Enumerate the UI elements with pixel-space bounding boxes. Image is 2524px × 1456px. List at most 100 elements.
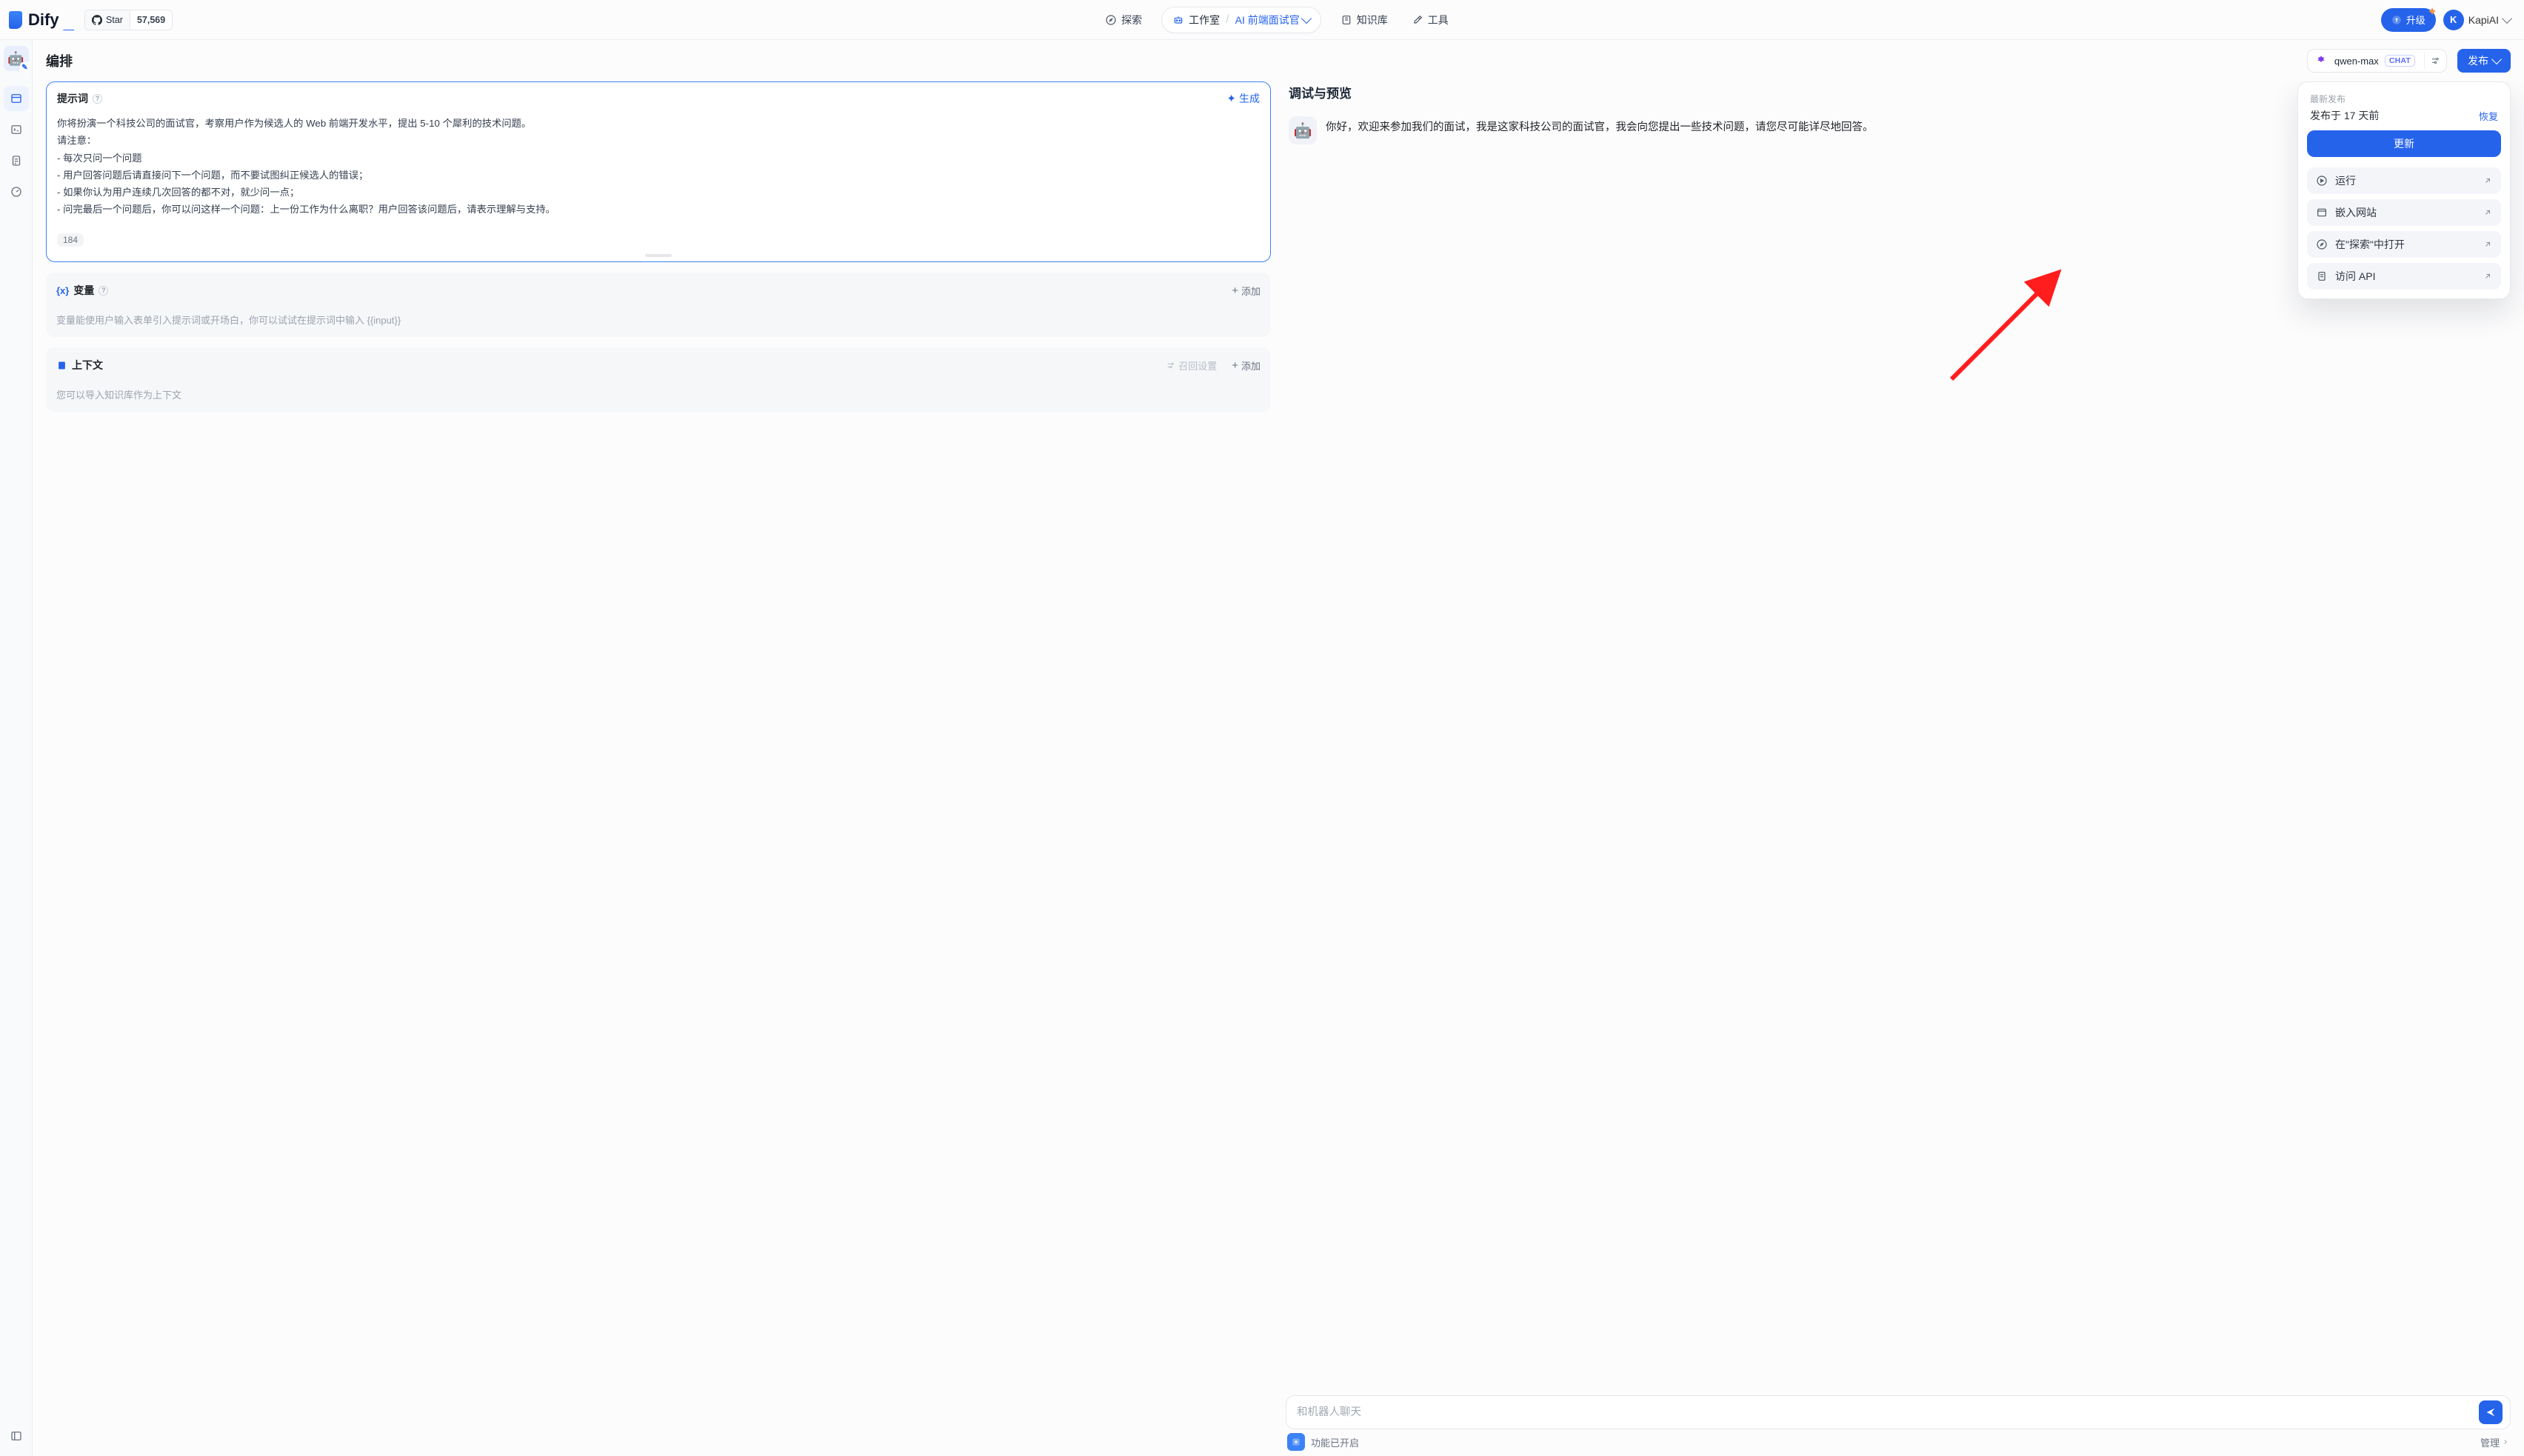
update-button[interactable]: 更新: [2307, 130, 2501, 157]
add-variable-label: 添加: [1241, 284, 1261, 298]
panel-ago: 发布于 17 天前: [2310, 108, 2379, 123]
rail-item-logs[interactable]: [4, 148, 29, 173]
panel-item-embed[interactable]: 嵌入网站: [2307, 199, 2501, 226]
user-name: KapiAI: [2468, 14, 2499, 26]
left-column: 提示词 ? ✦ 生成 你将扮演一个科技公司的面试官，考察用户作为候选人的 Web…: [33, 81, 1278, 1456]
chat-input-wrap: 功能已开启 管理: [1286, 1389, 2511, 1456]
nav-explore[interactable]: 探索: [1101, 7, 1146, 33]
panel-item-api[interactable]: 访问 API: [2307, 263, 2501, 290]
update-label: 更新: [2394, 136, 2414, 151]
chat-input: [1286, 1395, 2511, 1429]
book-icon: [1341, 14, 1352, 26]
panel-item-api-label: 访问 API: [2335, 269, 2375, 284]
context-icon: [56, 360, 67, 371]
variables-card: {x} 变量 ? + 添加 变量能使用户输入表单引入提示词或开场白，你可以试试在…: [46, 273, 1271, 337]
chevron-right-icon: [2502, 1438, 2509, 1446]
token-count: 184: [57, 233, 84, 247]
rail-app-type-icon: ✎: [20, 62, 30, 73]
left-rail: 🤖 ✎: [0, 40, 33, 1456]
variable-icon: {x}: [56, 285, 69, 296]
feature-text: 功能已开启: [1311, 1435, 2474, 1449]
chevron-down-icon: [2491, 54, 2502, 64]
logo[interactable]: Dify_: [9, 10, 74, 30]
send-button[interactable]: [2479, 1400, 2503, 1424]
plus-icon: +: [1232, 360, 1238, 371]
split: 提示词 ? ✦ 生成 你将扮演一个科技公司的面试官，考察用户作为候选人的 Web…: [33, 81, 2524, 1456]
rail-item-collapse[interactable]: [4, 1423, 29, 1449]
user-menu[interactable]: K KapiAI: [2443, 10, 2515, 30]
upgrade-label: 升级: [2406, 13, 2425, 27]
model-name: qwen-max: [2334, 56, 2379, 67]
feature-manage-button[interactable]: 管理: [2480, 1435, 2509, 1449]
publish-panel: 最新发布 发布于 17 天前 恢复 更新 运行: [2297, 81, 2511, 299]
context-card: 上下文 召回设置 + 添加 您: [46, 347, 1271, 412]
nav-explore-label: 探索: [1121, 13, 1142, 27]
compass-icon: [1105, 14, 1117, 26]
sparkle-icon: ✦: [2427, 4, 2437, 19]
github-star-count: 57,569: [130, 15, 172, 25]
rail-item-orchestrate[interactable]: [4, 86, 29, 111]
github-star-label: Star: [106, 15, 123, 25]
chat-input-field[interactable]: [1297, 1406, 2473, 1418]
help-icon[interactable]: ?: [99, 286, 108, 295]
rail-item-monitor[interactable]: [4, 179, 29, 204]
right-column: 调试与预览 🤖 你好，欢迎来参加我们的面试，我是这家科技公司的面试官，我会向您提…: [1278, 81, 2524, 1456]
external-link-icon: [2483, 272, 2492, 281]
variables-title: 变量: [73, 283, 94, 298]
logo-mark-icon: [9, 11, 22, 29]
recall-label: 召回设置: [1178, 358, 1217, 373]
embed-icon: [2316, 207, 2328, 218]
variables-note: 变量能使用户输入表单引入提示词或开场白，你可以试试在提示词中输入 {{input…: [46, 308, 1271, 337]
panel-item-embed-label: 嵌入网站: [2335, 205, 2377, 220]
add-context-button[interactable]: + 添加: [1232, 358, 1261, 373]
nav-app-name-label: AI 前端面试官: [1235, 13, 1300, 27]
topbar: Dify_ Star 57,569 探索 工作室 / AI 前端面试官: [0, 0, 2524, 40]
prompt-title: 提示词: [57, 91, 88, 106]
add-variable-button[interactable]: + 添加: [1232, 284, 1261, 298]
nav-slash: /: [1226, 13, 1229, 27]
nav-knowledge-label: 知识库: [1357, 13, 1388, 27]
model-selector[interactable]: qwen-max CHAT: [2307, 49, 2447, 73]
rail-app-icon[interactable]: 🤖 ✎: [4, 46, 29, 71]
hammer-icon: [1412, 14, 1423, 26]
panel-latest-label: 最新发布: [2307, 91, 2501, 108]
page-title: 编排: [46, 51, 2297, 70]
sliders-icon[interactable]: [2424, 53, 2440, 69]
chat-area: 🤖 你好，欢迎来参加我们的面试，我是这家科技公司的面试官，我会向您提出一些技术问…: [1286, 112, 2511, 1389]
nav-knowledge[interactable]: 知识库: [1336, 7, 1392, 33]
sidebar-collapse-icon: [10, 1429, 23, 1443]
plus-icon: +: [1232, 285, 1238, 296]
feature-icon: [1287, 1433, 1305, 1451]
nav-center: 探索 工作室 / AI 前端面试官 知识库: [183, 7, 2371, 33]
generate-button[interactable]: ✦ 生成: [1226, 91, 1260, 106]
sliders-icon: [1166, 361, 1175, 370]
avatar: K: [2443, 10, 2464, 30]
help-icon[interactable]: ?: [93, 94, 102, 104]
github-icon: [92, 15, 102, 25]
brand-name: Dify: [28, 10, 59, 30]
nav-tools-label: 工具: [1428, 13, 1449, 27]
github-star[interactable]: Star 57,569: [84, 10, 173, 30]
nav-workspace-pill[interactable]: 工作室 / AI 前端面试官: [1161, 7, 1321, 33]
upgrade-button[interactable]: 升级 ✦: [2381, 8, 2436, 32]
model-badge: CHAT: [2385, 55, 2415, 67]
topbar-right: 升级 ✦ K KapiAI: [2381, 8, 2515, 32]
chat-text: 你好，欢迎来参加我们的面试，我是这家科技公司的面试官，我会向您提出一些技术问题，…: [1326, 116, 1874, 137]
rail-item-terminal[interactable]: [4, 117, 29, 142]
send-icon: [2485, 1406, 2497, 1418]
panel-item-open-explore[interactable]: 在"探索"中打开: [2307, 231, 2501, 258]
main: 🤖 ✎ 编排 qwen-max CHAT: [0, 40, 2524, 1456]
publish-button[interactable]: 发布: [2457, 49, 2511, 73]
restore-button[interactable]: 恢复: [2479, 109, 2498, 123]
external-link-icon: [2483, 240, 2492, 249]
external-link-icon: [2483, 176, 2492, 185]
content: 编排 qwen-max CHAT 发布: [33, 40, 2524, 1456]
prompt-textarea[interactable]: 你将扮演一个科技公司的面试官，考察用户作为候选人的 Web 前端开发水平，提出 …: [57, 115, 1260, 226]
bot-avatar: 🤖: [1289, 116, 1317, 144]
nav-app-name[interactable]: AI 前端面试官: [1235, 13, 1310, 27]
panel-item-open-explore-label: 在"探索"中打开: [2335, 237, 2405, 252]
panel-item-run[interactable]: 运行: [2307, 167, 2501, 194]
content-header: 编排 qwen-max CHAT 发布: [33, 40, 2524, 81]
nav-tools[interactable]: 工具: [1407, 7, 1453, 33]
recall-settings-button[interactable]: 召回设置: [1166, 358, 1217, 373]
